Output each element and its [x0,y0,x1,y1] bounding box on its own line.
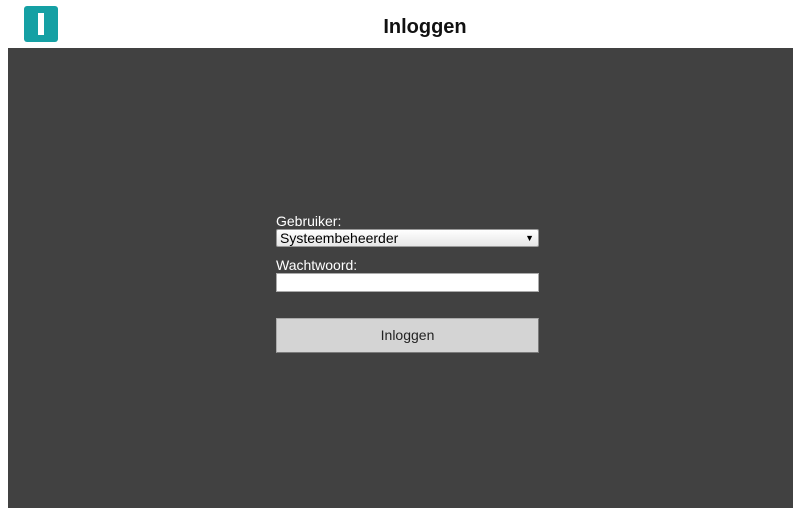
page-title: Inloggen [383,16,467,38]
login-form: Gebruiker: Systeembeheerder ▼ Wachtwoord… [276,213,539,353]
password-label: Wachtwoord: [276,257,358,273]
login-panel: Gebruiker: Systeembeheerder ▼ Wachtwoord… [8,48,793,508]
password-input[interactable] [276,273,539,292]
user-label: Gebruiker: [276,213,342,229]
user-select-value: Systeembeheerder [280,230,399,246]
user-select[interactable]: Systeembeheerder ▼ [276,229,539,247]
login-button[interactable]: Inloggen [276,318,539,353]
dropdown-arrow-icon: ▼ [525,233,534,243]
header-bar: Inloggen [0,0,793,48]
